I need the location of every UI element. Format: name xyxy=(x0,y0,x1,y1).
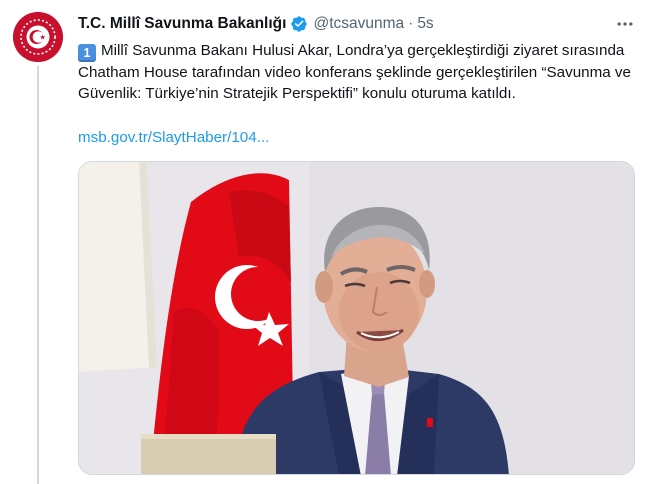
avatar[interactable] xyxy=(13,12,63,62)
author-handle[interactable]: @tcsavunma xyxy=(313,15,404,33)
photo-image xyxy=(79,162,634,474)
keycap-one-emoji: 1 xyxy=(78,44,96,62)
thread-line xyxy=(37,66,39,484)
tweet-link[interactable]: msb.gov.tr/SlaytHaber/104... xyxy=(78,127,269,148)
tweet-card[interactable]: T.C. Millî Savunma Bakanlığı @tcsavunma … xyxy=(0,0,653,484)
more-options-icon xyxy=(617,22,633,26)
tweet-time[interactable]: 5s xyxy=(417,15,433,33)
verified-badge-icon xyxy=(290,15,308,33)
separator-dot: · xyxy=(408,15,414,32)
tweet-header: T.C. Millî Savunma Bakanlığı @tcsavunma … xyxy=(78,13,434,35)
tweet-photo[interactable] xyxy=(78,161,635,475)
ministry-emblem-icon xyxy=(13,12,63,62)
more-options-button[interactable] xyxy=(614,13,636,35)
tweet-body: Millî Savunma Bakanı Hulusi Akar, Londra… xyxy=(78,42,631,102)
tweet-text: 1 Millî Savunma Bakanı Hulusi Akar, Londr… xyxy=(78,40,638,104)
display-name[interactable]: T.C. Millî Savunma Bakanlığı xyxy=(78,15,286,33)
